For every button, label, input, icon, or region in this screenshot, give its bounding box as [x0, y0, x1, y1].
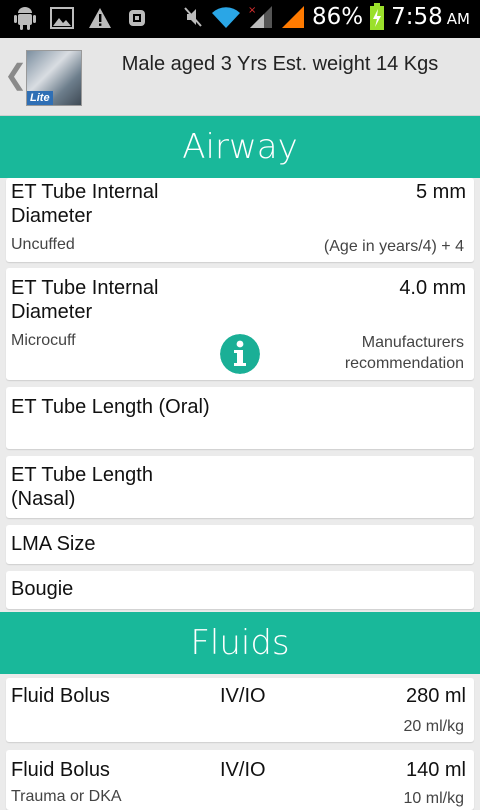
row-subtitle: Trauma or DKA	[11, 788, 122, 805]
row-label: LMA Size	[11, 533, 96, 555]
airway-row-et-tube-uncuffed[interactable]: ET Tube Internal Diameter 5 mm Uncuffed …	[6, 178, 474, 262]
android-icon	[14, 7, 36, 30]
row-label: Fluid Bolus	[11, 685, 110, 707]
mute-icon	[184, 7, 202, 27]
row-value: 280 ml	[405, 685, 466, 707]
section-header-airway: Airway	[0, 116, 480, 178]
battery-charging-icon	[370, 3, 385, 30]
info-icon[interactable]	[220, 334, 260, 374]
back-chevron-icon[interactable]: ❮	[4, 58, 27, 91]
airway-row-et-tube-microcuff[interactable]: ET Tube Internal Diameter 4.0 mm Microcu…	[6, 268, 474, 380]
row-label: ET Tube Internal Diameter	[11, 181, 159, 227]
status-right-icons: × 86% 7:58 AM	[182, 3, 470, 31]
row-note: Manufacturers recommendation	[344, 334, 464, 372]
usb-debug-icon	[129, 10, 145, 26]
app-logo[interactable]: Lite	[26, 50, 82, 106]
airway-row-bougie[interactable]: Bougie	[6, 571, 474, 609]
row-note: (Age in years/4) + 4	[323, 238, 464, 255]
warning-icon	[89, 8, 111, 28]
row-note: 20 ml/kg	[403, 718, 464, 735]
row-subtitle: Microcuff	[11, 332, 76, 349]
clock-ampm: AM	[446, 10, 470, 28]
wifi-icon	[212, 7, 241, 29]
clock-time: 7:58	[391, 4, 443, 30]
app-header: ❮ Lite Male aged 3 Yrs Est. weight 14 Kg…	[0, 38, 480, 116]
row-label: Bougie	[11, 578, 74, 600]
battery-percent: 86%	[312, 4, 364, 30]
row-value: 5 mm	[416, 181, 466, 203]
fluid-row-bolus[interactable]: Fluid Bolus IV/IO 280 ml 20 ml/kg	[6, 678, 474, 742]
signal-icon	[282, 6, 305, 28]
status-bar: × 86% 7:58 AM	[0, 0, 480, 38]
airway-row-lma-size[interactable]: LMA Size	[6, 525, 474, 564]
signal-icon: ×	[248, 5, 273, 28]
row-label: Fluid Bolus	[11, 759, 110, 781]
row-value: 140 ml	[405, 759, 466, 781]
row-route: IV/IO	[220, 759, 266, 781]
clock: 7:58 AM	[391, 4, 470, 30]
row-label: ET Tube Internal Diameter	[11, 277, 159, 323]
row-label: ET Tube Length (Nasal)	[11, 464, 153, 510]
fluid-row-bolus-trauma[interactable]: Fluid Bolus IV/IO 140 ml Trauma or DKA 1…	[6, 750, 474, 810]
airway-row-et-tube-length-oral[interactable]: ET Tube Length (Oral)	[6, 387, 474, 449]
patient-summary-title: Male aged 3 Yrs Est. weight 14 Kgs	[121, 53, 439, 75]
row-route: IV/IO	[220, 685, 266, 707]
logo-lite-badge: Lite	[27, 91, 53, 105]
airway-row-et-tube-length-nasal[interactable]: ET Tube Length (Nasal)	[6, 456, 474, 518]
row-note: 10 ml/kg	[403, 790, 464, 807]
row-subtitle: Uncuffed	[11, 236, 75, 253]
section-header-fluids: Fluids	[0, 612, 480, 674]
row-label: ET Tube Length (Oral)	[11, 396, 210, 418]
svg-text:×: ×	[248, 5, 256, 16]
image-icon	[50, 7, 74, 29]
row-value: 4.0 mm	[399, 277, 466, 299]
status-left-icons	[14, 6, 148, 30]
